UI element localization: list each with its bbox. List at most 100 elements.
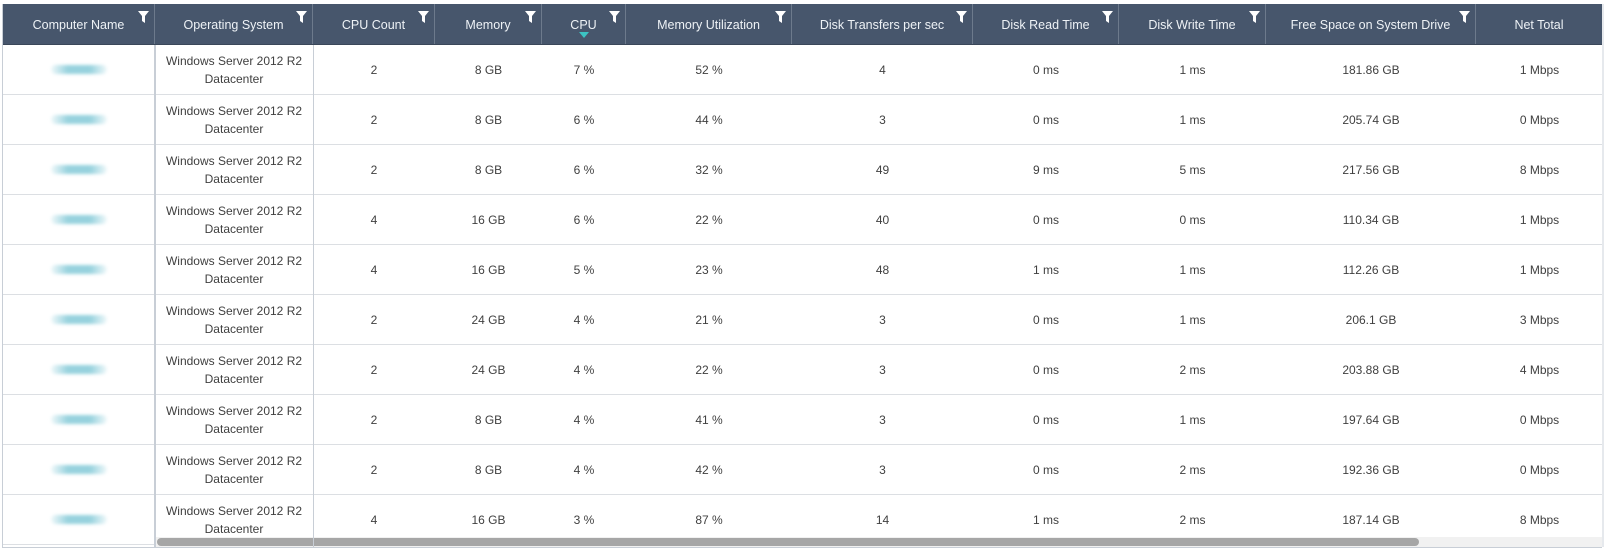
cell-value: 181.86 GB [1342,62,1400,77]
filter-icon[interactable] [1102,11,1113,23]
cell-free-space: 112.26 GB [1266,245,1476,294]
cell-disk-transfers: 3 [792,95,973,144]
cell-value: 8 Mbps [1519,512,1560,527]
cell-cpu-count: 2 [313,145,435,194]
cell-value: 6 % [573,162,595,177]
cell-value: 192.36 GB [1342,462,1400,477]
cell-value: 0 Mbps [1519,462,1560,477]
cell-cpu: 7 % [542,45,626,94]
cell-disk-transfers: 3 [792,395,973,444]
cell-value: Windows Server 2012 R2 Datacenter [165,253,303,286]
cell-value: 2 ms [1179,462,1206,477]
column-header-disk-read[interactable]: Disk Read Time [973,4,1119,44]
column-header-disk-write[interactable]: Disk Write Time [1119,4,1266,44]
table-row[interactable]: Windows Server 2012 R2 Datacenter 2 8 GB 4 … [3,445,1603,495]
cell-free-space: 217.56 GB [1266,145,1476,194]
cell-value: 1 Mbps [1519,212,1560,227]
filter-icon[interactable] [1249,11,1260,23]
cell-value: 3 [879,112,886,127]
cell-memory: 16 GB [435,245,542,294]
cell-value: 2 [370,112,378,127]
cell-value: 24 GB [471,312,506,327]
filter-icon[interactable] [956,11,967,23]
cell-disk-write: 1 ms [1119,395,1266,444]
cell-disk-read: 0 ms [973,95,1119,144]
cell-disk-transfers: 48 [792,245,973,294]
cell-cpu: 4 % [542,395,626,444]
cell-memory: 24 GB [435,295,542,344]
cell-value: 52 % [695,62,723,77]
column-header-cpu[interactable]: CPU [542,4,626,44]
cell-value: Windows Server 2012 R2 Datacenter [165,103,303,136]
cell-disk-transfers: 3 [792,345,973,394]
cell-value: 4 % [573,412,595,427]
column-header-computer[interactable]: Computer Name [3,4,155,44]
cell-value: Windows Server 2012 R2 Datacenter [165,353,303,386]
cell-disk-read: 9 ms [973,145,1119,194]
cell-value: 0 ms [1032,362,1059,377]
horizontal-scrollbar-thumb[interactable] [157,538,1419,546]
column-header-mem-util[interactable]: Memory Utilization [626,4,792,44]
cell-memory: 24 GB [435,345,542,394]
cell-cpu: 4 % [542,345,626,394]
cell-free-space: 197.64 GB [1266,395,1476,444]
cell-disk-read: 0 ms [973,45,1119,94]
cell-value: 0 ms [1032,412,1059,427]
table-row[interactable]: Windows Server 2012 R2 Datacenter 4 16 GB 6… [3,195,1603,245]
cell-free-space: 206.1 GB [1266,295,1476,344]
filter-icon[interactable] [609,11,620,23]
cell-value: 16 GB [471,262,506,277]
filter-icon[interactable] [296,11,307,23]
cell-value: 112.26 GB [1342,262,1400,277]
table-row[interactable]: Windows Server 2012 R2 Datacenter 2 8 GB 6 … [3,145,1603,195]
cell-value: 0 ms [1032,212,1059,227]
cell-mem-util: 22 % [626,345,792,394]
column-header-memory[interactable]: Memory [435,4,542,44]
table-row[interactable]: Windows Server 2012 R2 Datacenter 4 16 GB 5… [3,245,1603,295]
cell-free-space: 192.36 GB [1266,445,1476,494]
column-header-free-space[interactable]: Free Space on System Drive [1266,4,1476,44]
cell-value: 4 % [573,362,595,377]
cell-value: 87 % [695,512,723,527]
cell-os: Windows Server 2012 R2 Datacenter [155,145,313,194]
cell-mem-util: 21 % [626,295,792,344]
cell-value: 44 % [695,112,723,127]
cell-net-total: 0 Mbps [1476,445,1603,494]
column-divider [313,45,314,547]
cell-value: 0 Mbps [1519,412,1560,427]
cell-disk-transfers: 3 [792,445,973,494]
table-row[interactable]: Windows Server 2012 R2 Datacenter 2 8 GB 7 … [3,45,1603,95]
cell-cpu-count: 2 [313,445,435,494]
column-header-cpu-count[interactable]: CPU Count [313,4,435,44]
cell-value: 8 GB [474,412,503,427]
cell-net-total: 4 Mbps [1476,345,1603,394]
table-row[interactable]: Windows Server 2012 R2 Datacenter 2 8 GB 6 … [3,95,1603,145]
filter-icon[interactable] [1459,11,1470,23]
filter-icon[interactable] [775,11,786,23]
cell-value: 21 % [695,312,723,327]
horizontal-scrollbar[interactable] [156,537,1603,547]
cell-disk-write: 1 ms [1119,295,1266,344]
cell-value: 4 [370,212,378,227]
table-row[interactable]: Windows Server 2012 R2 Datacenter 2 24 GB 4… [3,345,1603,395]
cell-value: 3 % [573,512,595,527]
cell-disk-transfers: 3 [792,295,973,344]
cell-disk-read: 0 ms [973,345,1119,394]
cell-value: 1 ms [1179,112,1206,127]
cell-value: 110.34 GB [1342,212,1400,227]
table-row[interactable]: Windows Server 2012 R2 Datacenter 2 24 GB 4… [3,295,1603,345]
filter-icon[interactable] [418,11,429,23]
cell-value: 4 [879,62,886,77]
cell-value: 8 GB [474,62,503,77]
column-header-os[interactable]: Operating System [155,4,313,44]
filter-icon[interactable] [138,11,149,23]
cell-value: 7 % [573,62,595,77]
column-header-net-total[interactable]: Net Total [1476,4,1603,44]
cell-value: 0 ms [1032,312,1059,327]
filter-icon[interactable] [525,11,536,23]
column-header-disk-transfers[interactable]: Disk Transfers per sec [792,4,973,44]
cell-value: 0 ms [1179,212,1206,227]
cell-value: 5 ms [1179,162,1206,177]
table-row[interactable]: Windows Server 2012 R2 Datacenter 2 8 GB 4 … [3,395,1603,445]
cell-value: 1 ms [1032,512,1059,527]
